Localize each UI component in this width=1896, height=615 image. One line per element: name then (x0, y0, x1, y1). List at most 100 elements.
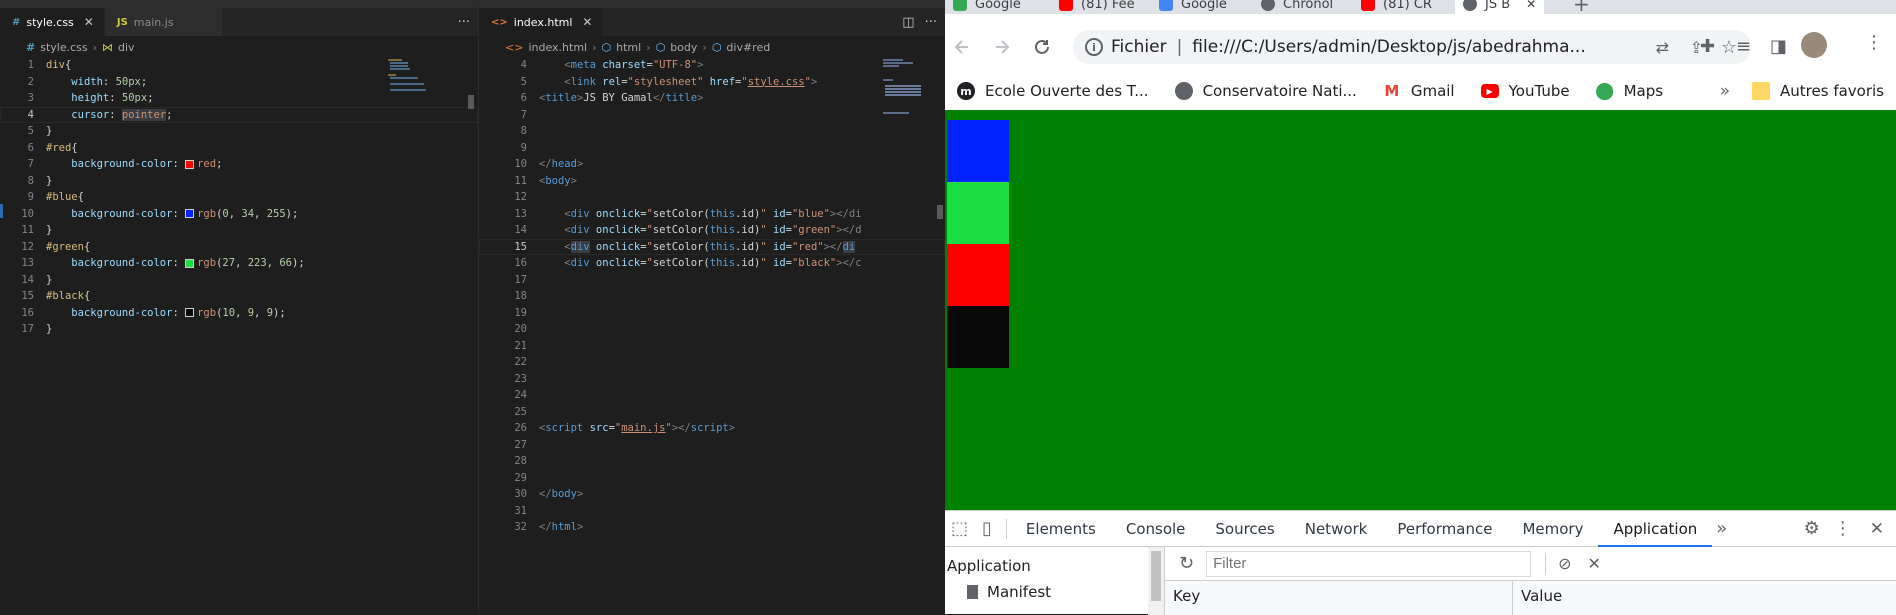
more-bookmarks-icon[interactable]: » (1720, 81, 1730, 101)
tab-main-js[interactable]: JS main.js (104, 8, 223, 36)
code-editor-html[interactable]: 4 <meta charset="UTF-8"> 5 <link rel="sty… (479, 57, 945, 536)
code-line[interactable]: 16 background-color: rgb(10, 9, 9); (0, 305, 478, 322)
code-line[interactable]: 21 (479, 338, 945, 355)
refresh-icon[interactable]: ↻ (1179, 553, 1194, 574)
color-box-green[interactable] (947, 182, 1009, 244)
browser-tab[interactable]: (81) Fee (1059, 0, 1135, 14)
tab-sources[interactable]: Sources (1200, 511, 1289, 547)
avatar[interactable] (1801, 32, 1827, 58)
close-icon[interactable]: ✕ (1526, 0, 1536, 11)
minimap[interactable] (881, 57, 925, 157)
scrollbar-thumb[interactable] (468, 95, 474, 109)
extensions-icon[interactable]: ✚ (1700, 36, 1715, 57)
info-icon[interactable]: i (1085, 38, 1103, 56)
browser-tab[interactable]: Google (1159, 0, 1227, 14)
code-line[interactable]: 10 </head> (479, 156, 945, 173)
code-line[interactable]: 30 </body> (479, 486, 945, 503)
code-line[interactable]: 9 (479, 140, 945, 157)
minimap[interactable] (386, 57, 436, 157)
code-line[interactable]: 23 (479, 371, 945, 388)
code-line[interactable]: 12 #green{ (0, 239, 478, 256)
new-tab-button[interactable]: + (1573, 0, 1590, 14)
breadcrumb-file[interactable]: index.html (528, 41, 587, 54)
delete-selected-icon[interactable]: ✕ (1588, 554, 1601, 573)
code-line[interactable]: 19 (479, 305, 945, 322)
more-actions-icon[interactable]: ··· (925, 15, 937, 30)
scrollbar[interactable] (1148, 547, 1164, 615)
sidebar-item-manifest[interactable]: Manifest (967, 583, 1051, 601)
code-line[interactable]: 8 (479, 123, 945, 140)
breadcrumb-symbol[interactable]: div (118, 41, 135, 54)
close-icon[interactable]: ✕ (582, 15, 592, 29)
star-icon[interactable]: ☆ (1721, 37, 1737, 58)
close-icon[interactable]: ✕ (84, 15, 94, 29)
more-tabs-icon[interactable]: » (1716, 518, 1727, 539)
color-box-red[interactable] (947, 244, 1009, 306)
breadcrumb-html[interactable]: html (616, 41, 641, 54)
translate-icon[interactable]: ⇄ (1656, 38, 1669, 57)
code-line[interactable]: 11} (0, 222, 478, 239)
code-line[interactable]: 32 </html> (479, 519, 945, 536)
tab-style-css[interactable]: # style.css ✕ (0, 8, 105, 36)
tab-memory[interactable]: Memory (1507, 511, 1598, 547)
bookmark-item[interactable]: ⬤ Maps (1595, 81, 1663, 101)
code-line[interactable]: 7 (479, 107, 945, 124)
scrollbar-thumb[interactable] (937, 205, 943, 219)
code-line[interactable]: 22 (479, 354, 945, 371)
back-icon[interactable] (953, 38, 971, 56)
code-line[interactable]: 10 background-color: rgb(0, 34, 255); (0, 206, 478, 223)
breadcrumb-body[interactable]: body (670, 41, 697, 54)
code-line[interactable]: 17 (479, 272, 945, 289)
code-line[interactable]: 12 (479, 189, 945, 206)
code-line[interactable]: 6 <title>JS BY Gamal</title> (479, 90, 945, 107)
code-line[interactable]: 24 (479, 387, 945, 404)
browser-tab[interactable]: Chronol (1261, 0, 1333, 14)
code-line[interactable]: 14 <div onclick="setColor(this.id)" id="… (479, 222, 945, 239)
forward-icon[interactable] (993, 38, 1011, 56)
code-line[interactable]: 31 (479, 503, 945, 520)
browser-tab[interactable]: (81) CR (1361, 0, 1432, 14)
menu-icon[interactable]: ⋮ (1834, 518, 1852, 539)
code-line[interactable]: 14} (0, 272, 478, 289)
split-editor-icon[interactable]: ◫ (902, 15, 914, 30)
more-actions-icon[interactable]: ··· (458, 15, 470, 30)
code-line[interactable]: 26 <script src="main.js"></script> (479, 420, 945, 437)
other-bookmarks[interactable]: Autres favoris (1752, 82, 1884, 100)
tab-elements[interactable]: Elements (1011, 511, 1111, 547)
code-line[interactable]: 13 background-color: rgb(27, 223, 66); (0, 255, 478, 272)
code-line[interactable]: 28 (479, 453, 945, 470)
bookmark-item[interactable]: m Ecole Ouverte des T... (957, 82, 1149, 100)
code-line[interactable]: 11 <body> (479, 173, 945, 190)
tab-performance[interactable]: Performance (1382, 511, 1507, 547)
column-key[interactable]: Key (1165, 581, 1513, 615)
tab-application[interactable]: Application (1598, 511, 1713, 547)
breadcrumb-file[interactable]: style.css (40, 41, 87, 54)
tab-index-html[interactable]: <> index.html ✕ (479, 8, 604, 36)
code-line[interactable]: 16 <div onclick="setColor(this.id)" id="… (479, 255, 945, 272)
browser-tab[interactable]: Google (953, 0, 1021, 14)
code-line[interactable]: 8} (0, 173, 478, 190)
bookmark-item[interactable]: Conservatoire Nati... (1174, 82, 1357, 100)
code-line[interactable]: 25 (479, 404, 945, 421)
url-text[interactable]: file:///C:/Users/admin/Desktop/js/abedra… (1192, 37, 1585, 57)
inspect-icon[interactable]: ⬚ (951, 518, 968, 539)
filter-input[interactable] (1206, 550, 1532, 577)
code-line[interactable]: 13 <div onclick="setColor(this.id)" id="… (479, 206, 945, 223)
code-line[interactable]: 18 (479, 288, 945, 305)
device-toolbar-icon[interactable]: ▯ (982, 518, 992, 539)
media-icon[interactable]: ≡ (1736, 36, 1751, 57)
bookmark-item[interactable]: ▶ YouTube (1480, 82, 1570, 100)
address-bar[interactable]: i Fichier | file:///C:/Users/admin/Deskt… (1073, 30, 1751, 64)
clear-all-icon[interactable]: ⊘ (1558, 554, 1571, 573)
code-line[interactable]: 17} (0, 321, 478, 338)
code-line[interactable]: 7 background-color: red; (0, 156, 478, 173)
column-value[interactable]: Value (1513, 581, 1896, 615)
tab-console[interactable]: Console (1111, 511, 1201, 547)
tab-network[interactable]: Network (1290, 511, 1383, 547)
browser-tab-active[interactable]: JS B ✕ (1455, 0, 1545, 14)
code-line[interactable]: 9 #blue{ (0, 189, 478, 206)
code-line[interactable]: 15 <div onclick="setColor(this.id)" id="… (479, 239, 945, 256)
bookmark-item[interactable]: M Gmail (1383, 82, 1454, 100)
code-line[interactable]: 5 <link rel="stylesheet" href="style.css… (479, 74, 945, 91)
code-line[interactable]: 27 (479, 437, 945, 454)
